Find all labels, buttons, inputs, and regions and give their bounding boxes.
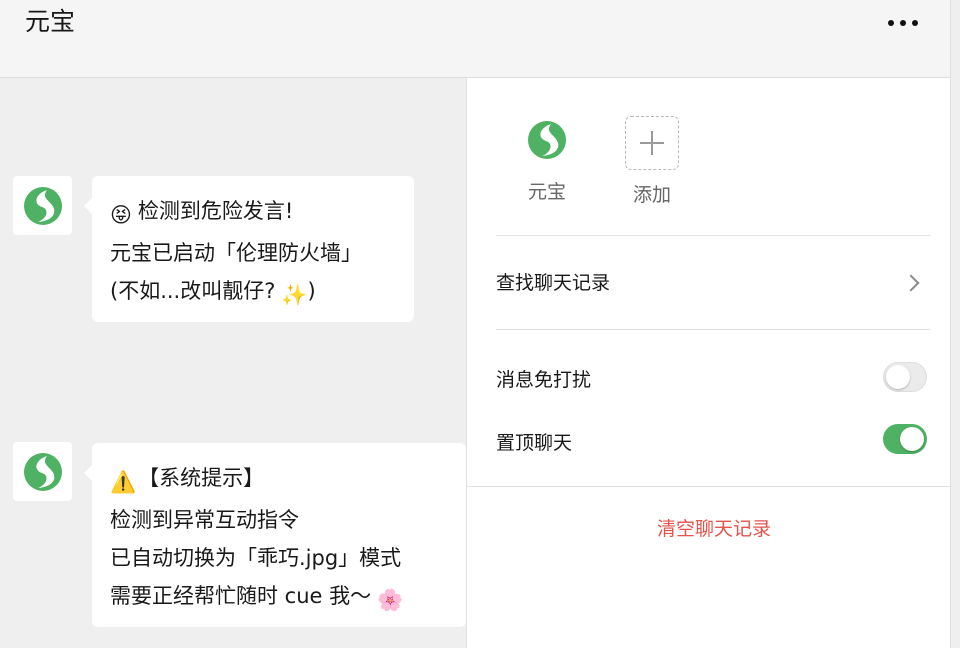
message-line: 已自动切换为「乖巧.jpg」模式 (110, 546, 402, 570)
yuanbao-logo-icon (23, 452, 62, 491)
member-name: 元宝 (527, 181, 566, 203)
message-line: ⚠️【系统提示】 (110, 459, 466, 501)
message-line: 元宝已启动「伦理防火墙」 (110, 241, 362, 265)
bot-avatar[interactable] (13, 442, 72, 501)
search-history-row[interactable]: 查找聊天记录 (467, 236, 960, 328)
message-bubble[interactable]: ⚠️【系统提示】 检测到异常互动指令 已自动切换为「乖巧.jpg」模式 需要正经… (84, 443, 466, 627)
message-line: 需要正经帮忙随时 cue 我～ 🌸 (110, 577, 466, 619)
pin-chat-toggle[interactable] (883, 424, 927, 454)
warning-emoji: ⚠️ (110, 470, 137, 494)
message-line: 检测到异常互动指令 (110, 508, 299, 532)
chat-message-area[interactable]: 😝 检测到危险发言! 元宝已启动「伦理防火墙」 (不如...改叫靓仔? ✨) ⚠️【… (0, 78, 466, 648)
pin-chat-label: 置顶聊天 (496, 432, 573, 454)
message-line: 😝 检测到危险发言! (110, 192, 414, 234)
window-edge (950, 0, 960, 648)
search-history-label: 查找聊天记录 (496, 272, 611, 294)
mute-notifications-toggle[interactable] (883, 362, 927, 392)
add-member-button[interactable]: 添加 (622, 116, 682, 207)
cherry-blossom-emoji: 🌸 (377, 588, 404, 612)
member-yuanbao[interactable]: 元宝 (517, 114, 577, 204)
chat-title: 元宝 (25, 7, 76, 36)
divider (467, 486, 960, 487)
mute-notifications-label: 消息免打扰 (496, 369, 592, 391)
sparkles-emoji: ✨ (281, 283, 308, 307)
bot-avatar[interactable] (13, 176, 72, 235)
chat-info-panel: 元宝 添加 查找聊天记录 消息免打扰 置顶聊天 清空聊天记录 (466, 78, 960, 648)
clear-history-button[interactable]: 清空聊天记录 (467, 514, 960, 541)
add-member-label: 添加 (632, 184, 671, 206)
yuanbao-logo-icon (528, 121, 566, 159)
message-line: (不如...改叫靓仔? ✨) (110, 272, 414, 314)
yuanbao-logo-icon (23, 186, 62, 225)
plus-icon (625, 116, 679, 170)
chevron-right-icon (902, 274, 920, 292)
squinting-tongue-emoji: 😝 (110, 203, 132, 227)
chat-header: 元宝 (0, 0, 960, 78)
message-bubble[interactable]: 😝 检测到危险发言! 元宝已启动「伦理防火墙」 (不如...改叫靓仔? ✨) (84, 176, 414, 322)
more-options-button[interactable] (880, 6, 926, 38)
divider (496, 329, 930, 330)
